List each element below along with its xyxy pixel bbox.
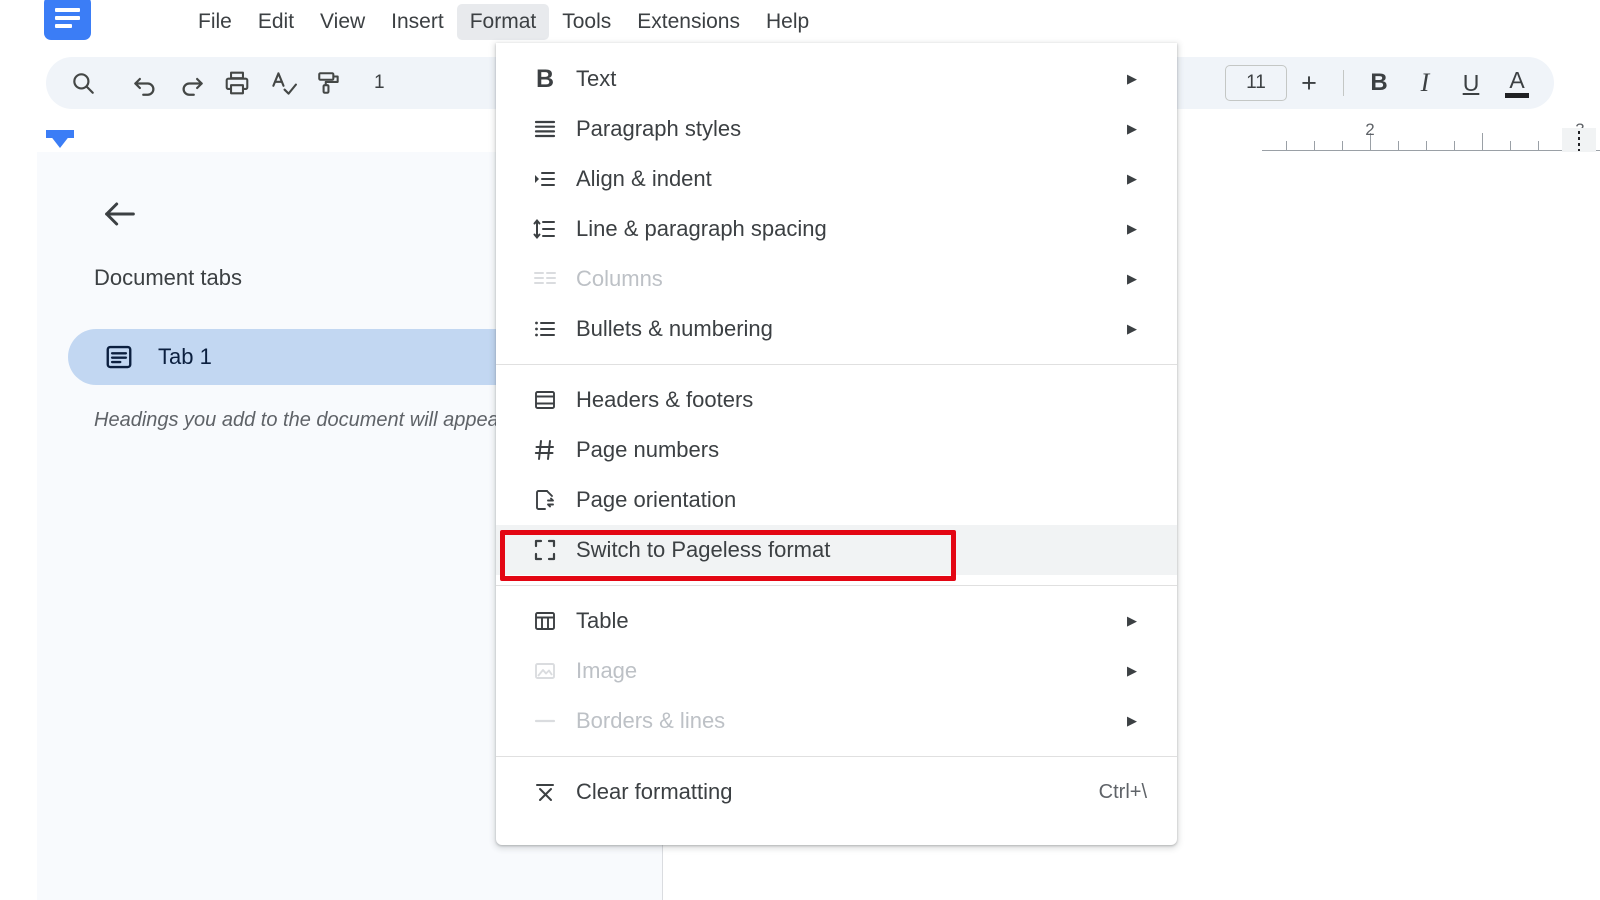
- menu-item-headers-footers[interactable]: Headers & footers: [496, 375, 1177, 425]
- chevron-right-icon: ▶: [1127, 121, 1137, 136]
- increase-font-size-button[interactable]: +: [1287, 68, 1331, 99]
- ruler-baseline: [1262, 150, 1600, 151]
- redo-icon[interactable]: [168, 60, 214, 106]
- menu-help[interactable]: Help: [753, 4, 822, 40]
- bullets-numbering-icon: [524, 317, 566, 341]
- menu-item-table[interactable]: Table ▶: [496, 596, 1177, 646]
- docs-logo-icon[interactable]: [44, 0, 91, 40]
- menu-item-label: Table: [576, 608, 629, 633]
- menu-item-switch-to-pageless-format[interactable]: Switch to Pageless format: [496, 525, 1177, 575]
- zoom-level[interactable]: 1: [368, 72, 391, 94]
- menu-tools[interactable]: Tools: [549, 4, 624, 40]
- bold-button[interactable]: B: [1356, 60, 1402, 106]
- page-orientation-icon: [524, 488, 566, 512]
- menu-edit[interactable]: Edit: [245, 4, 307, 40]
- menu-separator: [496, 364, 1177, 365]
- menu-item-label: Text: [576, 66, 617, 91]
- text-color-button[interactable]: A: [1494, 60, 1540, 106]
- menu-item-label: Line & paragraph spacing: [576, 216, 827, 241]
- document-tab-icon: [104, 342, 134, 372]
- menu-item-borders-lines[interactable]: Borders & lines ▶: [496, 696, 1177, 746]
- chevron-right-icon: ▶: [1127, 663, 1137, 678]
- chevron-right-icon: ▶: [1127, 221, 1137, 236]
- menu-item-paragraph-styles[interactable]: Paragraph styles ▶: [496, 104, 1177, 154]
- chevron-right-icon: ▶: [1127, 171, 1137, 186]
- toolbar-divider: [1343, 70, 1344, 96]
- ruler-label-2: 2: [1365, 120, 1375, 139]
- undo-icon[interactable]: [122, 60, 168, 106]
- chevron-right-icon: ▶: [1127, 321, 1137, 336]
- menu-item-label: Align & indent: [576, 166, 712, 191]
- menu-item-page-orientation[interactable]: Page orientation: [496, 475, 1177, 525]
- table-icon: [524, 609, 566, 633]
- menu-item-clear-formatting[interactable]: Clear formatting Ctrl+\: [496, 767, 1177, 817]
- underline-label: U: [1462, 69, 1480, 96]
- chevron-right-icon: ▶: [1127, 271, 1137, 286]
- menu-item-bullets-numbering[interactable]: Bullets & numbering ▶: [496, 304, 1177, 354]
- paint-format-icon[interactable]: [306, 60, 352, 106]
- bold-label: B: [1370, 69, 1388, 96]
- menu-item-label: Page numbers: [576, 437, 720, 462]
- menu-file[interactable]: File: [185, 4, 245, 40]
- menu-bar-items: File Edit View Insert Format Tools Exten…: [185, 0, 822, 44]
- back-arrow-icon[interactable]: [90, 184, 150, 244]
- menu-item-columns[interactable]: Columns ▶: [496, 254, 1177, 304]
- menu-item-image[interactable]: Image ▶: [496, 646, 1177, 696]
- menu-item-text[interactable]: B Text ▶: [496, 54, 1177, 104]
- sidebar-item-label: Tab 1: [158, 344, 212, 369]
- print-icon[interactable]: [214, 60, 260, 106]
- headers-footers-icon: [524, 388, 566, 412]
- menu-item-page-numbers[interactable]: Page numbers: [496, 425, 1177, 475]
- menu-extensions[interactable]: Extensions: [624, 4, 753, 40]
- menu-separator: [496, 585, 1177, 586]
- font-size-input[interactable]: 11: [1225, 65, 1287, 101]
- menu-separator: [496, 756, 1177, 757]
- menu-format[interactable]: Format: [456, 4, 550, 40]
- menu-item-line-paragraph-spacing[interactable]: Line & paragraph spacing ▶: [496, 204, 1177, 254]
- image-icon: [524, 659, 566, 683]
- paragraph-styles-icon: [524, 117, 566, 141]
- bold-text-icon: B: [535, 64, 555, 93]
- columns-icon: [524, 267, 566, 291]
- menu-item-label: Paragraph styles: [576, 116, 742, 141]
- menu-item-shortcut: Ctrl+\: [1098, 780, 1147, 803]
- menu-item-align-indent[interactable]: Align & indent ▶: [496, 154, 1177, 204]
- menu-insert[interactable]: Insert: [378, 4, 457, 40]
- text-color-label: A: [1509, 66, 1525, 93]
- page-numbers-icon: [524, 438, 566, 462]
- borders-lines-icon: [524, 709, 566, 733]
- menu-item-label: Switch to Pageless format: [576, 537, 831, 562]
- italic-label: I: [1420, 68, 1430, 97]
- menu-item-label: Clear formatting: [576, 779, 733, 804]
- tab-stop-marker[interactable]: [1562, 128, 1596, 152]
- clear-formatting-icon: [524, 780, 566, 804]
- spellcheck-icon[interactable]: [260, 60, 306, 106]
- document-tabs-heading: Document tabs: [94, 265, 242, 290]
- menu-item-label: Bullets & numbering: [576, 316, 773, 341]
- menu-item-label: Page orientation: [576, 487, 737, 512]
- chevron-right-icon: ▶: [1127, 71, 1137, 86]
- underline-button[interactable]: U: [1448, 60, 1494, 106]
- italic-button[interactable]: I: [1402, 60, 1448, 106]
- search-icon[interactable]: [60, 60, 106, 106]
- menu-item-label: Columns: [576, 266, 663, 291]
- pageless-format-icon: [524, 538, 566, 562]
- line-spacing-icon: [524, 217, 566, 241]
- menu-bar: File Edit View Insert Format Tools Exten…: [0, 0, 1600, 44]
- menu-item-label: Image: [576, 658, 638, 683]
- chevron-right-icon: ▶: [1127, 713, 1137, 728]
- format-dropdown-menu: B Text ▶ Paragraph styles ▶ Align & inde…: [496, 43, 1177, 845]
- text-color-swatch: [1505, 92, 1529, 98]
- menu-view[interactable]: View: [307, 4, 378, 40]
- google-docs-window: File Edit View Insert Format Tools Exten…: [0, 0, 1600, 900]
- menu-item-label: Headers & footers: [576, 387, 754, 412]
- align-indent-icon: [524, 167, 566, 191]
- chevron-right-icon: ▶: [1127, 613, 1137, 628]
- indent-marker-triangle[interactable]: [46, 130, 74, 148]
- menu-item-label: Borders & lines: [576, 708, 726, 733]
